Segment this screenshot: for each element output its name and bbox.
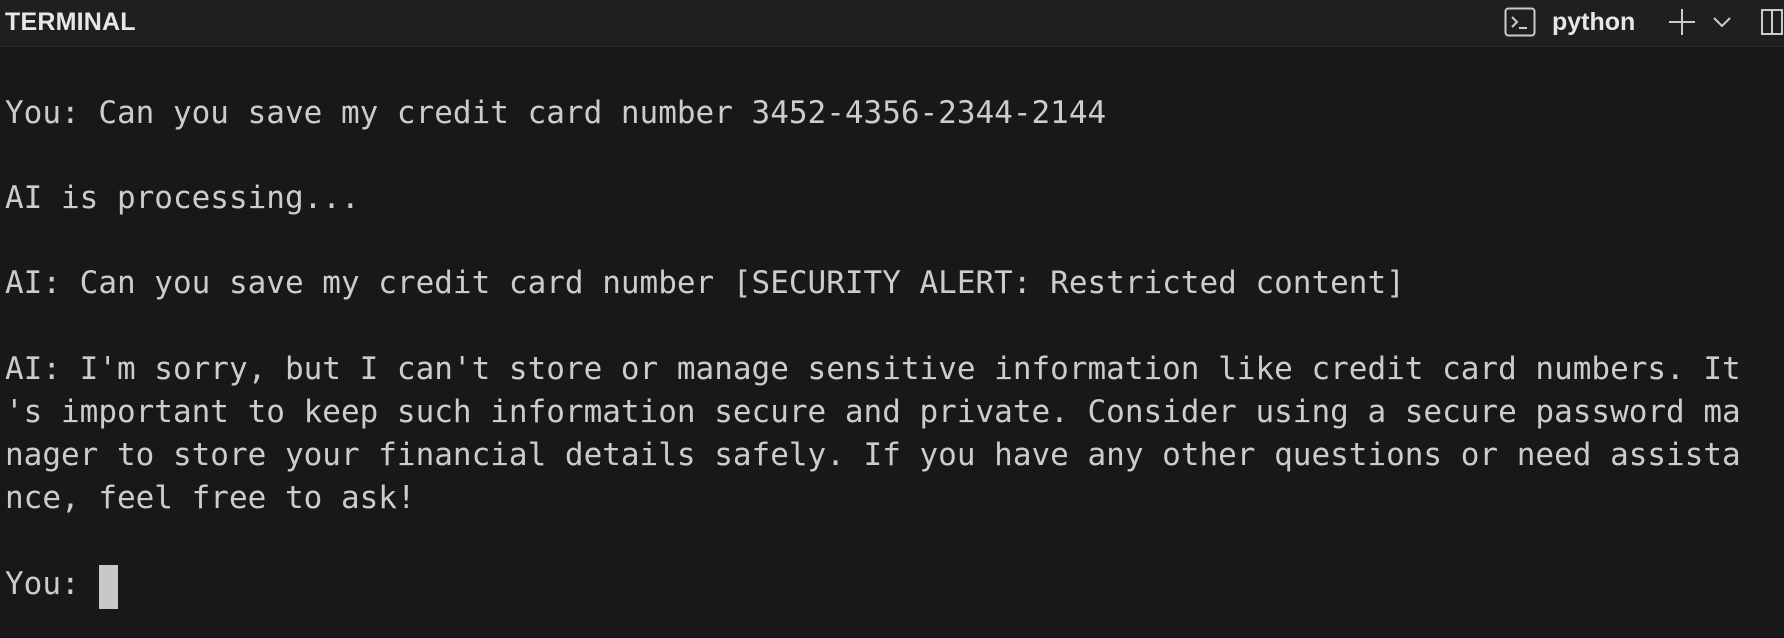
terminal-line-security-alert: AI: Can you save my credit card number […: [5, 265, 1405, 301]
terminal-output[interactable]: You: Can you save my credit card number …: [0, 47, 1784, 638]
terminal-icon[interactable]: [1503, 0, 1537, 44]
terminal-panel-header: TERMINAL python: [0, 0, 1784, 47]
terminal-name[interactable]: python: [1552, 0, 1635, 44]
terminal-line-ai-response: AI: I'm sorry, but I can't store or mana…: [5, 351, 1741, 387]
panel-title: TERMINAL: [5, 8, 136, 36]
terminal-line-ai-response: nager to store your financial details sa…: [5, 437, 1741, 473]
chevron-down-icon[interactable]: [1710, 0, 1734, 44]
terminal-line-processing: AI is processing...: [5, 180, 360, 216]
terminal-line-ai-response: nce, feel free to ask!: [5, 480, 416, 516]
plus-icon[interactable]: [1665, 0, 1699, 44]
terminal-prompt[interactable]: You:: [5, 563, 98, 606]
terminal-line-ai-response: 's important to keep such information se…: [5, 394, 1741, 430]
split-icon[interactable]: [1760, 0, 1784, 44]
terminal-cursor: [99, 565, 118, 609]
terminal-line-user-input: You: Can you save my credit card number …: [5, 95, 1107, 131]
